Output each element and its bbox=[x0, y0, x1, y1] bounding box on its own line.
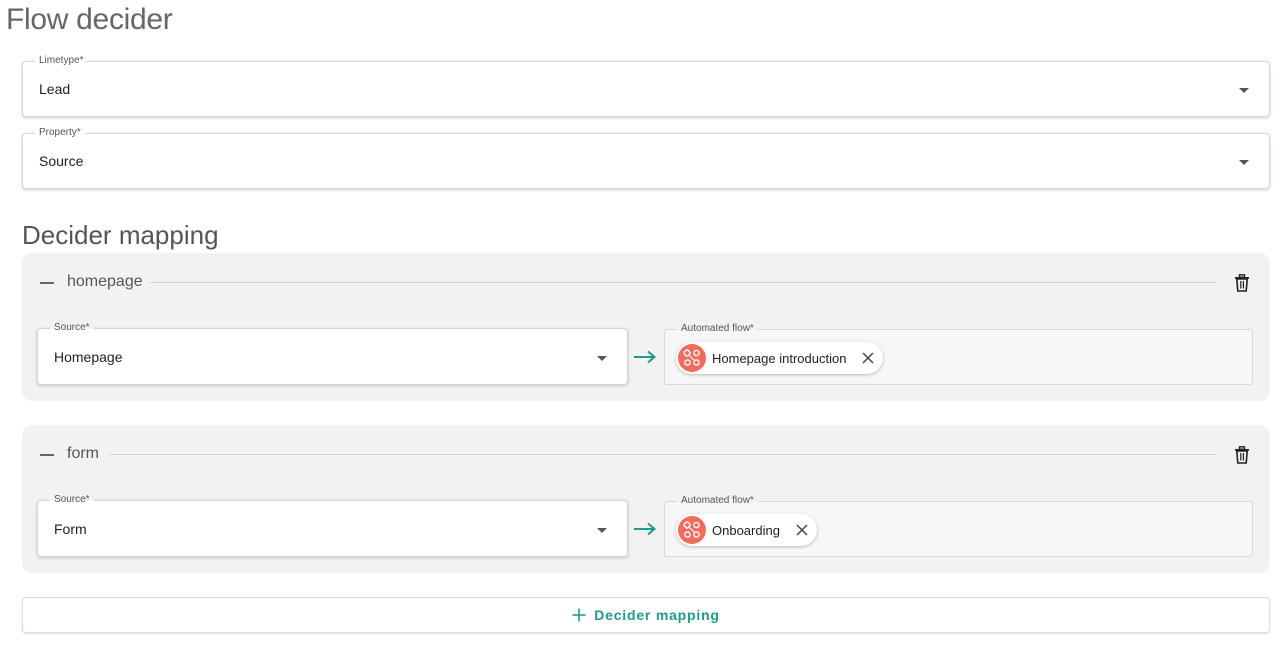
close-icon[interactable] bbox=[796, 524, 808, 536]
flow-icon bbox=[678, 344, 706, 372]
trash-icon[interactable] bbox=[1234, 274, 1250, 292]
arrow-right-icon bbox=[634, 350, 657, 364]
plus-icon bbox=[572, 608, 586, 622]
flow-chip[interactable]: Onboarding bbox=[676, 514, 817, 546]
trash-icon[interactable] bbox=[1234, 446, 1250, 464]
close-icon[interactable] bbox=[862, 352, 874, 364]
divider bbox=[150, 282, 1216, 283]
caret-down-icon[interactable] bbox=[1239, 160, 1249, 165]
source-value: Form bbox=[54, 520, 87, 537]
arrow-right-icon bbox=[634, 522, 657, 536]
mapping-card-form: form Source* Form Automated flow* Onboar… bbox=[22, 425, 1270, 573]
caret-down-icon[interactable] bbox=[1239, 88, 1249, 93]
mapping-name: homepage bbox=[67, 273, 143, 290]
divider bbox=[110, 454, 1216, 455]
limetype-value: Lead bbox=[39, 81, 71, 97]
minus-icon[interactable] bbox=[40, 282, 54, 284]
flow-chip-label: Homepage introduction bbox=[712, 350, 847, 366]
flow-decider-page: Flow decider Limetype* Lead Property* So… bbox=[0, 0, 1285, 645]
source-label: Source* bbox=[50, 322, 94, 334]
property-label: Property* bbox=[35, 127, 85, 139]
automated-flow-label: Automated flow* bbox=[677, 323, 758, 335]
mapping-name: form bbox=[67, 445, 99, 462]
flow-icon bbox=[678, 516, 706, 544]
automated-flow-label: Automated flow* bbox=[677, 495, 758, 507]
automated-flow-field[interactable]: Automated flow* Homepage introduction bbox=[664, 323, 1253, 385]
add-decider-mapping-label: Decider mapping bbox=[594, 607, 720, 623]
mapping-card-homepage: homepage Source* Homepage Automated flow… bbox=[22, 253, 1270, 401]
property-select[interactable]: Property* Source bbox=[22, 127, 1270, 189]
flow-chip[interactable]: Homepage introduction bbox=[676, 342, 884, 374]
source-select[interactable]: Source* Form bbox=[37, 494, 628, 557]
caret-down-icon[interactable] bbox=[597, 527, 607, 533]
property-value: Source bbox=[39, 153, 84, 169]
source-value: Homepage bbox=[54, 348, 123, 365]
page-title: Flow decider bbox=[6, 3, 173, 36]
add-decider-mapping-button[interactable]: Decider mapping bbox=[22, 597, 1270, 633]
limetype-label: Limetype* bbox=[35, 55, 88, 67]
automated-flow-field[interactable]: Automated flow* Onboarding bbox=[664, 495, 1253, 557]
flow-chip-label: Onboarding bbox=[712, 522, 780, 538]
source-select[interactable]: Source* Homepage bbox=[37, 322, 628, 385]
section-title: Decider mapping bbox=[22, 220, 219, 250]
caret-down-icon[interactable] bbox=[597, 355, 607, 361]
minus-icon[interactable] bbox=[40, 454, 54, 456]
source-label: Source* bbox=[50, 494, 94, 506]
limetype-select[interactable]: Limetype* Lead bbox=[22, 55, 1270, 117]
